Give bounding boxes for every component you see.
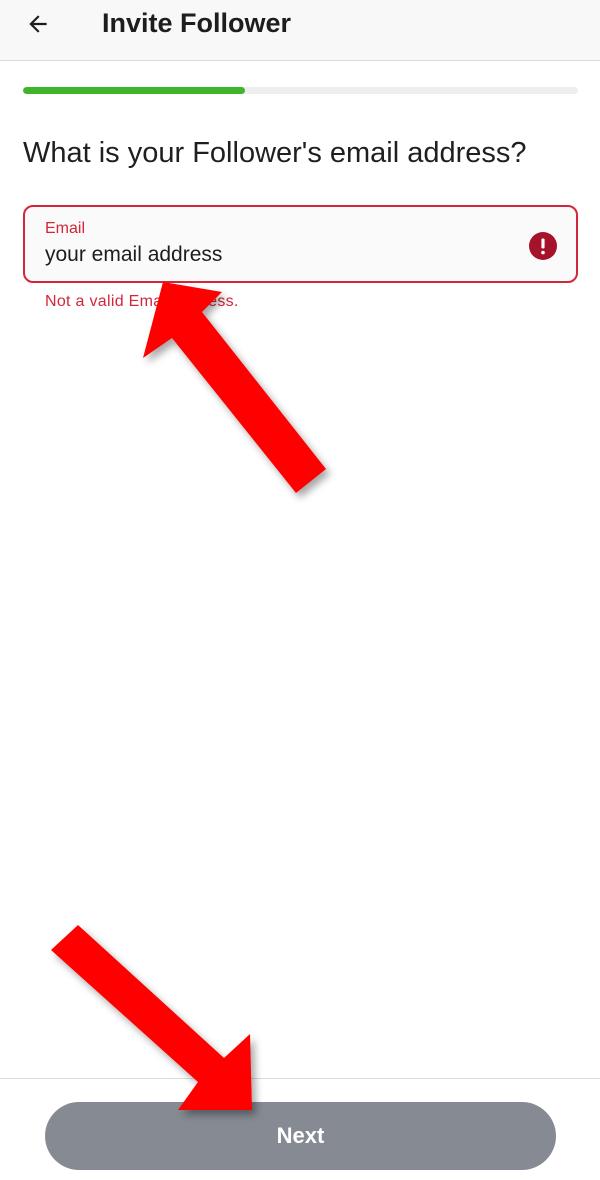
progress-bar	[23, 87, 578, 94]
back-button[interactable]	[18, 4, 58, 44]
next-button[interactable]: Next	[45, 1102, 556, 1170]
arrow-left-icon	[29, 15, 47, 33]
page-title: Invite Follower	[102, 8, 292, 38]
annotation-overlay	[51, 282, 326, 1110]
email-error-message: Not a valid Email address.	[45, 293, 239, 310]
error-circle-icon	[529, 232, 557, 260]
app-bar: Invite Follower	[0, 0, 600, 61]
question-heading: What is your Follower's email address?	[23, 137, 527, 169]
email-field-label: Email	[45, 220, 86, 237]
progress-bar-fill	[23, 87, 245, 94]
email-field[interactable]: Email	[23, 205, 578, 283]
annotation-arrow-up	[143, 282, 326, 493]
email-input[interactable]	[43, 241, 507, 269]
